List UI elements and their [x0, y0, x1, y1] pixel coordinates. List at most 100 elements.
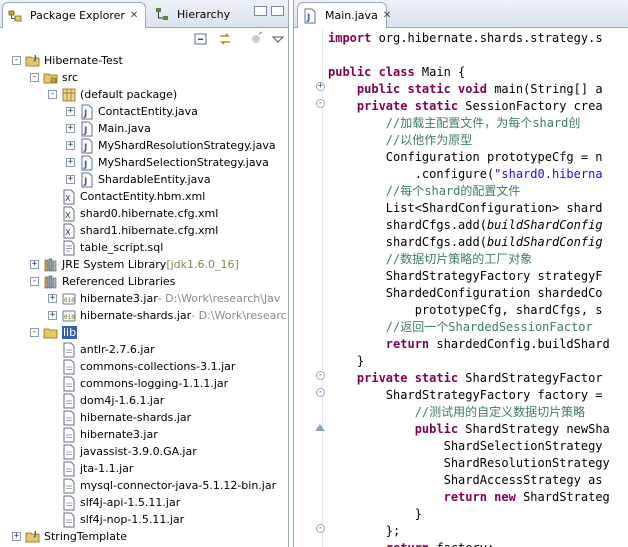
expand-toggle-icon[interactable]: + [66, 175, 75, 184]
code-line: public static void main(String[] a [328, 81, 603, 98]
code-keyword: public [414, 422, 466, 436]
expand-toggle-icon[interactable]: + [48, 294, 57, 303]
code-text: ShardStrategy newSha [465, 422, 610, 436]
fold-collapse-icon[interactable]: - [316, 388, 325, 397]
collapse-toggle-icon[interactable]: - [12, 56, 21, 65]
tree-item[interactable]: +010 hibernate-shards.jar - D:\Work\resea… [48, 307, 287, 324]
tree-item-label: commons-logging-1.1.1.jar [80, 377, 229, 390]
tree-item-label: shard1.hibernate.cfg.xml [80, 224, 219, 237]
tree-item-label: src [62, 71, 79, 84]
tree-item[interactable]: hibernate-shards.jar [48, 409, 191, 426]
tree-item[interactable]: commons-collections-3.1.jar [48, 358, 235, 375]
jar-file-icon [63, 495, 75, 510]
tree-item[interactable]: mysql-connector-java-5.1.12-bin.jar [48, 477, 276, 494]
tree-item[interactable]: X ContactEntity.hbm.xml [48, 188, 205, 205]
tree-item-label: Referenced Libraries [62, 275, 176, 288]
collapse-toggle-icon[interactable]: - [30, 328, 39, 337]
tree-item-label: hibernate-shards.jar [80, 411, 192, 424]
collapse-all-icon[interactable] [193, 31, 209, 47]
tree-item-label: antlr-2.7.6.jar [80, 343, 155, 356]
sql-file-icon [63, 240, 75, 255]
link-with-editor-icon[interactable] [217, 31, 233, 47]
tree-item-label: table_script.sql [80, 241, 164, 254]
expand-toggle-icon[interactable]: + [66, 107, 75, 116]
code-line: List<ShardConfiguration> shard [328, 200, 603, 217]
code-line: ShardedConfiguration shardedCo [328, 285, 603, 302]
editor-ruler: + - - - - [294, 28, 325, 547]
tree-item-label: slf4j-nop-1.5.11.jar [80, 513, 185, 526]
expand-toggle-icon[interactable]: + [12, 532, 21, 541]
minimize-button[interactable] [254, 6, 267, 16]
svg-text:J: J [83, 177, 87, 187]
fold-collapse-icon[interactable]: - [316, 524, 325, 533]
code-text: shardCfgs.add( [328, 235, 487, 249]
expand-toggle-icon[interactable]: + [48, 311, 57, 320]
tree-item[interactable]: slf4j-api-1.5.11.jar [48, 494, 180, 511]
jar-file-icon [63, 461, 75, 476]
tab-main-java[interactable]: J Main.java ✕ [297, 2, 391, 28]
tree-item[interactable]: - J Hibernate-Test [12, 52, 123, 69]
tree-item-label: slf4j-api-1.5.11.jar [80, 496, 181, 509]
expand-toggle-icon[interactable]: + [66, 158, 75, 167]
tab-hierarchy[interactable]: Hierarchy [150, 2, 236, 26]
tree-item[interactable]: + J Main.java [66, 120, 151, 137]
tree-item[interactable]: antlr-2.7.6.jar [48, 341, 155, 358]
svg-text:010: 010 [64, 314, 75, 321]
tree-item[interactable]: +010 hibernate3.jar - D:\Work\research\Ja… [48, 290, 280, 307]
svg-text:X: X [65, 228, 71, 237]
tree-item-label: MyShardSelectionStrategy.java [98, 156, 269, 169]
code-line: }; [328, 523, 400, 540]
code-line: //数据切片策略的工厂对象 [328, 251, 532, 268]
tree-item[interactable]: Xshard0.hibernate.cfg.xml [48, 205, 218, 222]
tab-package-explorer[interactable]: Package Explorer ✕ [2, 2, 146, 28]
tree-item[interactable]: Xshard1.hibernate.cfg.xml [48, 222, 218, 239]
package-explorer-tabbar: Package Explorer ✕ Hierarchy [0, 0, 288, 28]
close-icon[interactable]: ✕ [383, 10, 391, 21]
view-menu-icon[interactable] [270, 31, 286, 47]
code-text: main(String[] a [494, 82, 603, 96]
expand-toggle-icon[interactable]: + [66, 124, 75, 133]
tree-item[interactable]: - Referenced Libraries [30, 273, 175, 290]
tree-item[interactable]: commons-logging-1.1.1.jar [48, 375, 228, 392]
fold-expand-icon[interactable]: + [316, 82, 325, 91]
package-explorer-view: Package Explorer ✕ Hierarchy - J Hiberna… [0, 0, 289, 547]
code-text: Main { [421, 65, 466, 79]
tree-item[interactable]: + J MyShardResolutionStrategy.java [66, 137, 276, 154]
fold-collapse-icon[interactable]: - [316, 99, 325, 108]
code-area[interactable]: import org.hibernate.shards.strategy.s pu… [328, 28, 628, 547]
collapse-toggle-icon[interactable]: - [30, 277, 39, 286]
tree-item[interactable]: + J MyShardSelectionStrategy.java [66, 154, 269, 171]
tree-item[interactable]: javassist-3.9.0.GA.jar [48, 443, 197, 460]
expand-toggle-icon[interactable]: + [66, 141, 75, 150]
tree-item-label: hibernate3.jar [80, 428, 158, 441]
tree-item[interactable]: - src [30, 69, 78, 86]
collapse-toggle-icon[interactable]: - [30, 73, 39, 82]
tree-item[interactable]: slf4j-nop-1.5.11.jar [48, 511, 184, 528]
tree-item[interactable]: table_script.sql [48, 239, 163, 256]
maximize-button[interactable] [271, 6, 284, 16]
tree-item-decoration: [jdk1.6.0_16] [166, 258, 239, 271]
tree-item[interactable]: + J StringTemplate [12, 528, 127, 545]
focus-icon[interactable] [248, 31, 264, 47]
code-text: ShardResolutionStrategy [328, 456, 610, 470]
collapse-toggle-icon[interactable]: - [48, 90, 57, 99]
tree-item[interactable]: + JRE System Library [jdk1.6.0_16] [30, 256, 239, 273]
tree-item[interactable]: jta-1.1.jar [48, 460, 133, 477]
code-text: buildShardConfig [486, 218, 603, 232]
tree-item[interactable]: + J ShardableEntity.java [66, 171, 211, 188]
expand-toggle-icon[interactable]: + [30, 260, 39, 269]
code-line: ShardStrategyFactory factory = [328, 387, 610, 404]
tree-item-label: hibernate-shards.jar [80, 309, 192, 322]
tree-item[interactable]: - (default package) [48, 86, 177, 103]
tree-item[interactable]: hibernate3.jar [48, 426, 158, 443]
tree-item[interactable]: dom4j-1.6.1.jar [48, 392, 164, 409]
tree-item[interactable]: - lib [30, 324, 78, 341]
tree-item[interactable]: + J ContactEntity.java [66, 103, 198, 120]
svg-text:X: X [65, 211, 71, 220]
close-icon[interactable]: ✕ [130, 10, 138, 21]
code-text: factory; [436, 541, 494, 547]
fold-collapse-icon[interactable]: - [316, 371, 325, 380]
jar-file-icon [63, 444, 75, 459]
